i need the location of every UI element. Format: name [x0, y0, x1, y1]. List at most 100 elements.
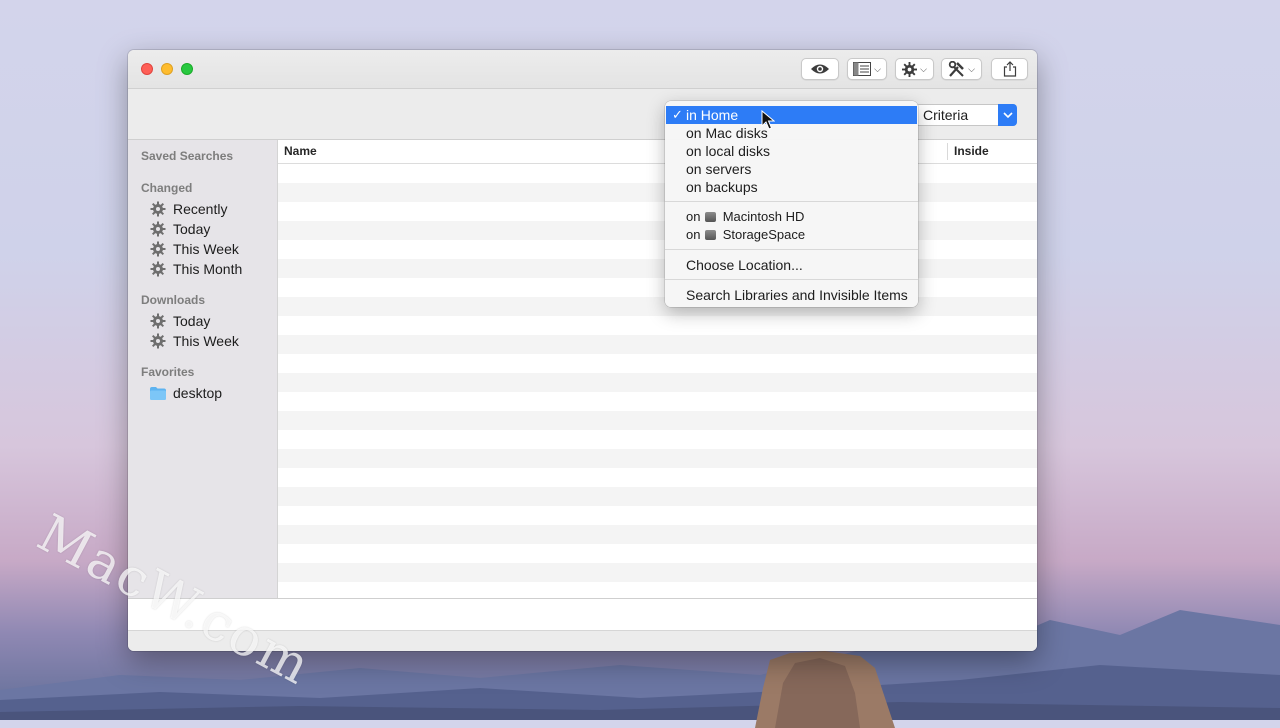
- table-row: [278, 544, 1037, 563]
- menu-item-on-servers[interactable]: on servers: [665, 160, 918, 178]
- table-row: [278, 240, 1037, 259]
- location-menu: ✓ in Home on Mac disks on local disks on…: [665, 101, 918, 307]
- gear-icon: [150, 201, 166, 217]
- column-divider[interactable]: [947, 143, 948, 160]
- menu-item-label: on backups: [686, 179, 758, 195]
- criteria-popup[interactable]: Criteria: [915, 104, 1017, 126]
- column-header-inside[interactable]: Inside: [954, 144, 989, 158]
- menu-separator: [665, 249, 918, 250]
- zoom-button[interactable]: [181, 63, 193, 75]
- sidebar-item-label: Today: [173, 221, 211, 237]
- menu-item-in-home[interactable]: ✓ in Home: [666, 106, 917, 124]
- gear-icon: [150, 333, 166, 349]
- sidebar-item-favorites-desktop[interactable]: desktop: [150, 383, 222, 403]
- menu-item-on-local-disks[interactable]: on local disks: [665, 142, 918, 160]
- criteria-label: Criteria: [923, 107, 969, 123]
- search-results-list: Name Inside: [278, 140, 1037, 598]
- results-rows: [278, 164, 1037, 598]
- share-button[interactable]: [991, 58, 1028, 80]
- quick-look-button[interactable]: [801, 58, 839, 80]
- menu-separator: [665, 279, 918, 280]
- table-row: [278, 202, 1037, 221]
- table-row: [278, 164, 1037, 183]
- column-header-name[interactable]: Name: [284, 144, 317, 158]
- sidebar-item-changed-today[interactable]: Today: [150, 219, 210, 239]
- table-row: [278, 354, 1037, 373]
- hard-disk-icon: [705, 230, 717, 240]
- table-row: [278, 297, 1037, 316]
- view-options-button[interactable]: ⌵: [847, 58, 887, 80]
- table-row: [278, 563, 1037, 582]
- chevron-down-icon[interactable]: [998, 104, 1017, 126]
- sidebar-item-changed-this-month[interactable]: This Month: [150, 259, 242, 279]
- title-bar: ⌵ ⌵ ⌵: [128, 50, 1037, 89]
- table-row: [278, 449, 1037, 468]
- menu-item-label: on Mac disks: [686, 125, 768, 141]
- sidebar-item-label: This Month: [173, 261, 243, 277]
- sidebar-item-label: desktop: [173, 385, 223, 401]
- sidebar-heading-saved-searches[interactable]: Saved Searches: [141, 149, 233, 163]
- chevron-down-icon: ⌵: [874, 63, 881, 74]
- sidebar-item-changed-recently[interactable]: Recently: [150, 199, 227, 219]
- checkmark-icon: ✓: [672, 107, 683, 122]
- sidebar-heading-downloads: Downloads: [141, 293, 206, 307]
- sidebar-heading-favorites: Favorites: [141, 365, 195, 379]
- gear-icon: [150, 241, 166, 257]
- menu-item-label: on servers: [686, 161, 752, 177]
- table-row: [278, 259, 1037, 278]
- table-row: [278, 411, 1037, 430]
- list-view-icon: [853, 62, 872, 76]
- hard-disk-icon: [705, 212, 717, 222]
- gear-icon: [150, 221, 166, 237]
- sidebar-item-label: This Week: [173, 241, 239, 257]
- sidebar-item-changed-this-week[interactable]: This Week: [150, 239, 239, 259]
- menu-item-choose-location[interactable]: Choose Location...: [665, 256, 918, 274]
- minimize-button[interactable]: [161, 63, 173, 75]
- table-row: [278, 221, 1037, 240]
- sidebar-item-label: Recently: [173, 201, 228, 217]
- menu-item-on-macintosh-hd[interactable]: on Macintosh HD: [665, 208, 918, 226]
- table-row: [278, 430, 1037, 449]
- mouse-pointer-icon: [761, 110, 775, 130]
- menu-item-on-storagespace[interactable]: on StorageSpace: [665, 226, 918, 244]
- eye-icon: [811, 64, 829, 74]
- menu-item-content: on Macintosh HD: [686, 208, 804, 226]
- tools-menu-button[interactable]: ⌵: [941, 58, 982, 80]
- menu-item-label: on local disks: [686, 143, 771, 159]
- gear-icon: [150, 261, 166, 277]
- table-row: [278, 506, 1037, 525]
- column-header-row: Name Inside: [278, 140, 1037, 164]
- sidebar-item-downloads-today[interactable]: Today: [150, 311, 210, 331]
- sidebar-item-label: This Week: [173, 333, 239, 349]
- table-row: [278, 335, 1037, 354]
- action-menu-button[interactable]: ⌵: [895, 58, 934, 80]
- chevron-down-icon: ⌵: [920, 63, 927, 74]
- rock-formation: [755, 651, 895, 728]
- close-button[interactable]: [141, 63, 153, 75]
- table-row: [278, 373, 1037, 392]
- menu-item-label: in Home: [686, 107, 739, 123]
- share-icon: [1003, 61, 1016, 77]
- chevron-down-icon: ⌵: [968, 63, 975, 74]
- sidebar-heading-changed: Changed: [141, 181, 193, 195]
- menu-item-label: StorageSpace: [722, 227, 806, 242]
- table-row: [278, 468, 1037, 487]
- gear-icon: [150, 313, 166, 329]
- menu-item-search-libraries[interactable]: Search Libraries and Invisible Items: [665, 286, 918, 304]
- table-row: [278, 183, 1037, 202]
- table-row: [278, 392, 1037, 411]
- menu-item-content: on StorageSpace: [686, 226, 805, 244]
- menu-item-on-backups[interactable]: on backups: [665, 178, 918, 196]
- menu-item-on-mac-disks[interactable]: on Mac disks: [665, 124, 918, 142]
- menu-item-label: Search Libraries and Invisible Items: [686, 287, 908, 303]
- sidebar-item-downloads-this-week[interactable]: This Week: [150, 331, 239, 351]
- folder-icon: [150, 386, 166, 400]
- menu-item-prefix: on: [686, 227, 701, 242]
- table-row: [278, 316, 1037, 335]
- menu-separator: [665, 201, 918, 202]
- gear-icon: [902, 61, 918, 77]
- table-row: [278, 487, 1037, 506]
- menu-item-label: Macintosh HD: [722, 209, 805, 224]
- table-row: [278, 278, 1037, 297]
- sidebar: Saved Searches Changed Recently Today Th…: [128, 140, 278, 598]
